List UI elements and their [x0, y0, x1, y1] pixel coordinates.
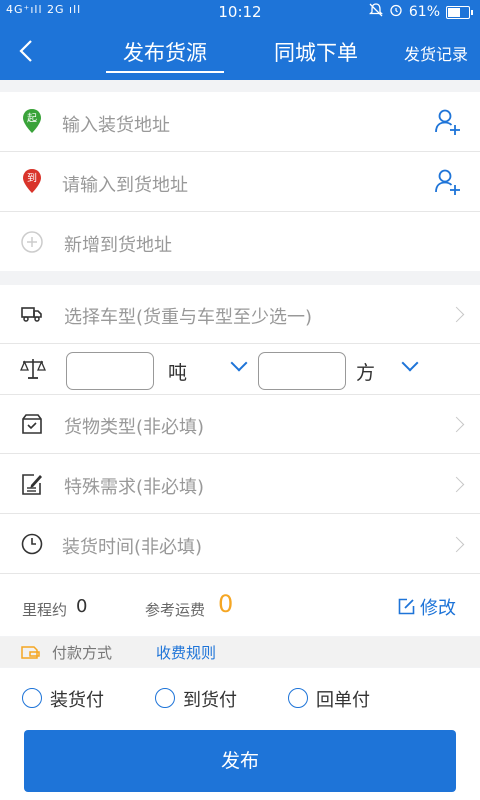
goods-type-row[interactable]: 货物类型(非必填) — [0, 395, 480, 454]
pay-on-arrival-label[interactable]: 到货付 — [183, 686, 237, 712]
start-pin-icon: 起 — [23, 109, 41, 133]
scale-icon — [20, 359, 46, 379]
back-arrow-icon[interactable] — [14, 38, 40, 64]
publish-button[interactable]: 发布 — [24, 730, 456, 792]
chevron-down-icon[interactable] — [401, 354, 419, 372]
add-contact-icon[interactable] — [434, 168, 462, 196]
weight-input[interactable] — [66, 352, 154, 390]
radio-pay-on-arrival[interactable] — [155, 688, 175, 708]
nav-bar: 发布货源 同城下单 发货记录 — [0, 24, 480, 80]
ton-unit-label: 吨 — [168, 362, 188, 384]
battery-icon — [446, 5, 473, 19]
arrive-address-input[interactable]: 请输入到货地址 — [62, 171, 188, 197]
add-contact-icon[interactable] — [434, 108, 462, 136]
edit-note-icon — [22, 474, 42, 495]
cube-unit-label: 方 — [356, 362, 376, 384]
clock-icon — [21, 533, 43, 555]
alarm-icon — [389, 3, 403, 21]
tab-publish-cargo[interactable]: 发布货源 — [106, 37, 224, 73]
mileage-value: 0 — [76, 596, 88, 617]
loading-time-select[interactable]: 装货时间(非必填) — [62, 533, 202, 559]
tab-city-order[interactable]: 同城下单 — [268, 37, 364, 67]
shipping-records-link[interactable]: 发货记录 — [404, 41, 468, 65]
add-arrive-address-label: 新增到货地址 — [64, 235, 172, 256]
chevron-right-icon — [448, 306, 465, 323]
bell-off-icon — [368, 3, 383, 21]
pay-on-loading-label[interactable]: 装货付 — [50, 686, 104, 712]
reference-fee-label: 参考运费 — [145, 601, 206, 619]
reference-fee-value: 0 — [218, 590, 234, 618]
radio-pay-on-receipt[interactable] — [288, 688, 308, 708]
box-icon — [22, 414, 42, 434]
goods-type-select[interactable]: 货物类型(非必填) — [64, 413, 204, 439]
end-pin-badge: 到 — [27, 173, 37, 185]
battery-fill — [448, 7, 460, 17]
vehicle-type-select[interactable]: 选择车型(货重与车型至少选一) — [64, 303, 312, 329]
load-address-input[interactable]: 输入装货地址 — [62, 111, 170, 137]
load-address-row[interactable]: 起 输入装货地址 — [0, 92, 480, 152]
loading-time-row[interactable]: 装货时间(非必填) — [0, 514, 480, 574]
wallet-icon — [21, 646, 40, 659]
start-pin-badge: 起 — [27, 113, 37, 125]
special-needs-select[interactable]: 特殊需求(非必填) — [64, 473, 204, 499]
fee-rules-link[interactable]: 收费规则 — [156, 642, 216, 663]
radio-pay-on-loading[interactable] — [22, 688, 42, 708]
fee-summary: 里程约 0 参考运费 0 修改 — [0, 574, 480, 636]
chevron-right-icon — [448, 416, 465, 433]
add-arrive-address-row[interactable]: 新增到货地址 — [0, 212, 480, 271]
payment-header: 付款方式 收费规则 — [0, 637, 480, 667]
chevron-right-icon — [448, 476, 465, 493]
payment-method-label: 付款方式 — [52, 644, 113, 662]
edit-icon[interactable] — [398, 598, 415, 615]
vehicle-type-row[interactable]: 选择车型(货重与车型至少选一) — [0, 285, 480, 344]
status-right: 61% — [368, 3, 473, 21]
chevron-right-icon — [448, 536, 465, 553]
payment-options: 装货付 到货付 回单付 — [0, 668, 480, 728]
special-needs-row[interactable]: 特殊需求(非必填) — [0, 454, 480, 514]
add-circle-icon — [21, 231, 43, 253]
chevron-down-icon[interactable] — [230, 354, 248, 372]
footer: 发布 — [0, 728, 480, 800]
end-pin-icon: 到 — [23, 169, 41, 193]
pay-on-receipt-label[interactable]: 回单付 — [316, 686, 370, 712]
truck-icon — [21, 307, 42, 322]
weight-volume-row: 吨 方 — [0, 344, 480, 395]
edit-fee-button[interactable]: 修改 — [420, 594, 456, 620]
status-bar: 4G⁺ıll 2G ıll 10:12 61% — [0, 0, 480, 24]
battery-percent: 61% — [408, 4, 440, 20]
mileage-label: 里程约 — [22, 601, 68, 619]
arrive-address-row[interactable]: 到 请输入到货地址 — [0, 152, 480, 212]
volume-input[interactable] — [258, 352, 346, 390]
